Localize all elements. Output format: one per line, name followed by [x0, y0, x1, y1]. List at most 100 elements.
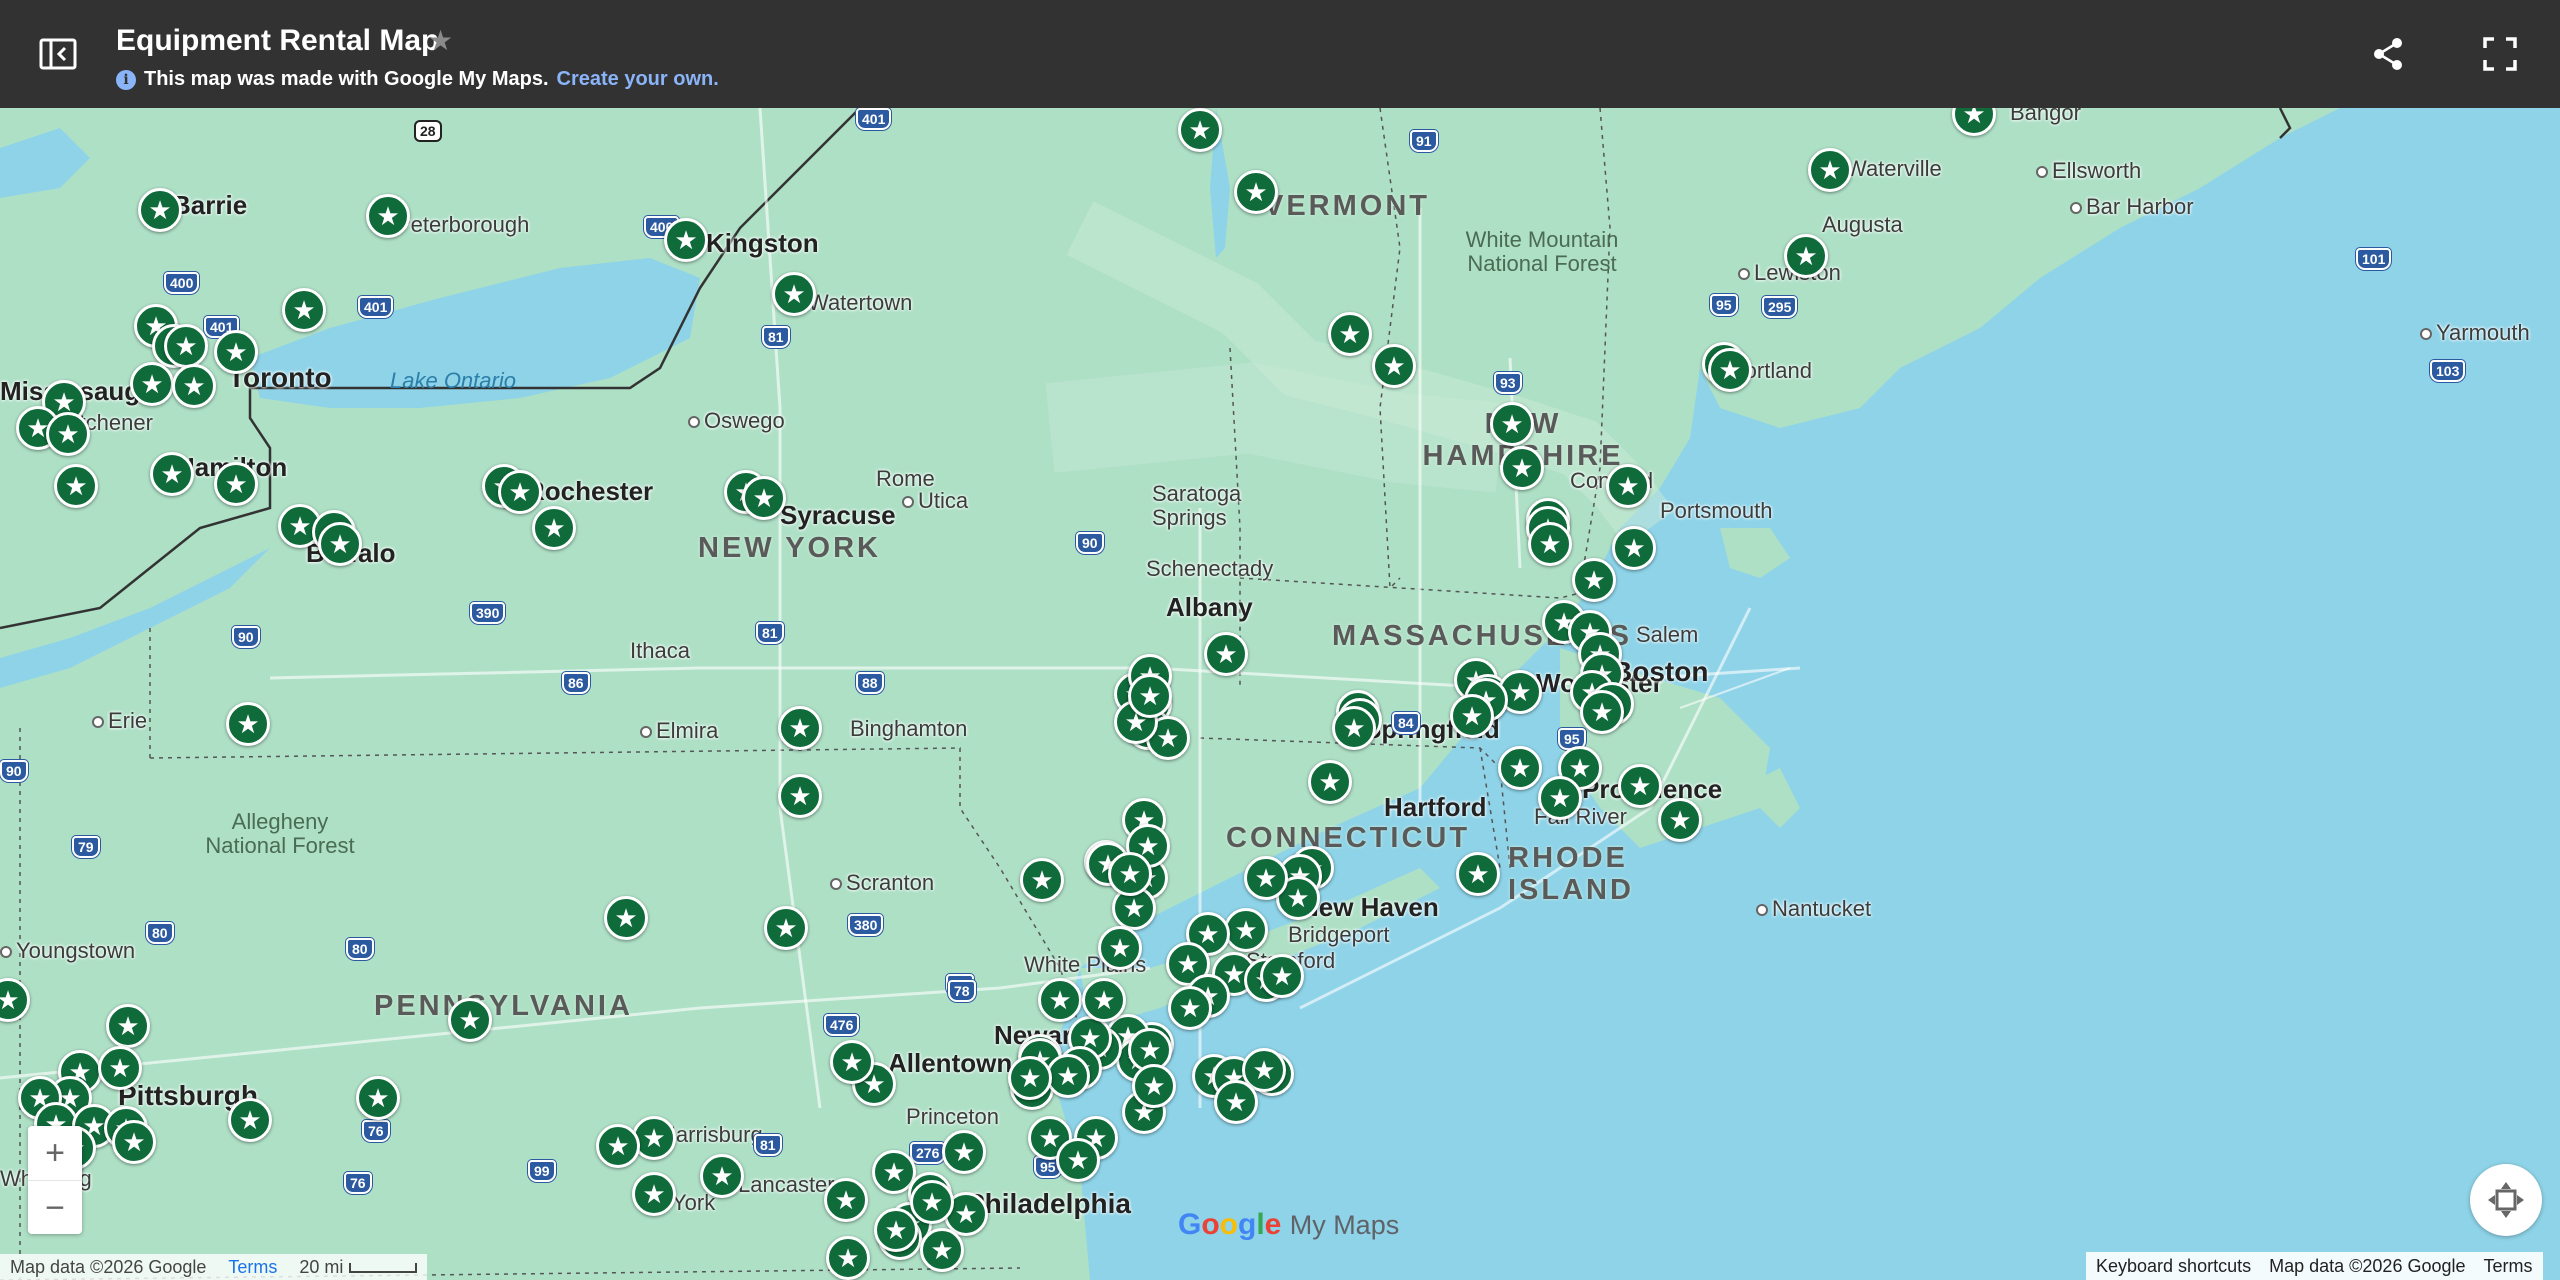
rental-location-marker[interactable]: ★	[1580, 690, 1624, 734]
rental-location-marker[interactable]: ★	[1098, 926, 1142, 970]
rental-location-marker[interactable]: ★	[1808, 148, 1852, 192]
rental-location-marker[interactable]: ★	[664, 218, 708, 262]
rental-location-marker[interactable]: ★	[150, 452, 194, 496]
rental-location-marker[interactable]: ★	[1328, 312, 1372, 356]
rental-location-marker[interactable]: ★	[1224, 908, 1268, 952]
rental-location-marker[interactable]: ★	[874, 1208, 918, 1252]
rental-location-marker[interactable]: ★	[1456, 852, 1500, 896]
rental-location-marker[interactable]: ★	[920, 1228, 964, 1272]
rental-location-marker[interactable]: ★	[632, 1172, 676, 1216]
rental-location-marker[interactable]: ★	[498, 470, 542, 514]
rental-location-marker[interactable]: ★	[112, 1120, 156, 1164]
rental-location-marker[interactable]: ★	[1260, 954, 1304, 998]
city-label: Allentown	[888, 1048, 1013, 1078]
rental-location-marker[interactable]: ★	[1500, 446, 1544, 490]
rental-location-marker[interactable]: ★	[1572, 558, 1616, 602]
rental-location-marker[interactable]: ★	[1538, 776, 1582, 820]
rental-location-marker[interactable]: ★	[742, 476, 786, 520]
rental-location-marker[interactable]: ★	[1332, 706, 1376, 750]
rental-location-marker[interactable]: ★	[910, 1180, 954, 1224]
star-icon: ★	[788, 713, 812, 743]
rental-location-marker[interactable]: ★	[604, 896, 648, 940]
share-icon[interactable]	[2364, 30, 2412, 78]
rental-location-marker[interactable]: ★	[1038, 978, 1082, 1022]
rental-location-marker[interactable]: ★	[1708, 348, 1752, 392]
rental-location-marker[interactable]: ★	[1128, 674, 1172, 718]
star-icon: ★	[614, 903, 638, 933]
rental-location-marker[interactable]: ★	[130, 362, 174, 406]
rental-location-marker[interactable]: ★	[826, 1236, 870, 1280]
rental-location-marker[interactable]: ★	[830, 1040, 874, 1084]
rental-location-marker[interactable]: ★	[772, 272, 816, 316]
rental-location-marker[interactable]: ★	[164, 324, 208, 368]
rental-location-marker[interactable]: ★	[228, 1098, 272, 1142]
rental-location-marker[interactable]: ★	[172, 364, 216, 408]
rental-location-marker[interactable]: ★	[1214, 1080, 1258, 1124]
rental-location-marker[interactable]: ★	[1498, 746, 1542, 790]
star-icon: ★	[1668, 805, 1692, 835]
rental-location-marker[interactable]: ★	[1204, 632, 1248, 676]
star-icon: ★	[366, 1083, 390, 1113]
rental-location-marker[interactable]: ★	[1244, 856, 1288, 900]
rental-location-marker[interactable]: ★	[1372, 344, 1416, 388]
rental-location-marker[interactable]: ★	[1234, 170, 1278, 214]
rental-location-marker[interactable]: ★	[1020, 858, 1064, 902]
rental-location-marker[interactable]: ★	[1658, 798, 1702, 842]
rental-location-marker[interactable]: ★	[282, 288, 326, 332]
create-your-own-link[interactable]: Create your own.	[557, 68, 719, 91]
rental-location-marker[interactable]: ★	[1108, 852, 1152, 896]
rental-location-marker[interactable]: ★	[532, 506, 576, 550]
rental-location-marker[interactable]: ★	[106, 1004, 150, 1048]
rental-location-marker[interactable]: ★	[1046, 1054, 1090, 1098]
fullscreen-icon[interactable]	[2476, 30, 2524, 78]
rental-location-marker[interactable]: ★	[214, 330, 258, 374]
rental-location-marker[interactable]: ★	[1528, 522, 1572, 566]
rental-location-marker[interactable]: ★	[54, 464, 98, 508]
keyboard-shortcuts-link[interactable]: Keyboard shortcuts	[2096, 1256, 2251, 1277]
map-canvas[interactable]: NEW YORK PENNSYLVANIA MASSACHUSETTS CONN…	[0, 108, 2560, 1280]
star-icon[interactable]: ★	[428, 24, 453, 57]
rental-location-marker[interactable]: ★	[1008, 1056, 1052, 1100]
rental-location-marker[interactable]: ★	[46, 412, 90, 456]
rental-location-marker[interactable]: ★	[1450, 694, 1494, 738]
rental-location-marker[interactable]: ★	[1606, 464, 1650, 508]
rental-location-marker[interactable]: ★	[764, 906, 808, 950]
terms-link[interactable]: Terms	[228, 1257, 277, 1278]
rental-location-marker[interactable]: ★	[318, 522, 362, 566]
recenter-button[interactable]	[2470, 1164, 2542, 1236]
rental-location-marker[interactable]: ★	[1618, 764, 1662, 808]
rental-location-marker[interactable]: ★	[1178, 108, 1222, 152]
rental-location-marker[interactable]: ★	[1490, 402, 1534, 446]
rental-location-marker[interactable]: ★	[356, 1076, 400, 1120]
rental-location-marker[interactable]: ★	[596, 1124, 640, 1168]
rental-location-marker[interactable]: ★	[98, 1046, 142, 1090]
zoom-out-button[interactable]: −	[28, 1181, 82, 1235]
star-icon: ★	[606, 1131, 630, 1161]
rental-location-marker[interactable]: ★	[778, 706, 822, 750]
zoom-in-button[interactable]: +	[28, 1126, 82, 1181]
rental-location-marker[interactable]: ★	[214, 462, 258, 506]
toggle-sidebar-icon[interactable]	[34, 30, 82, 78]
rental-location-marker[interactable]: ★	[824, 1178, 868, 1222]
rental-location-marker[interactable]: ★	[1168, 986, 1212, 1030]
rental-location-marker[interactable]: ★	[942, 1130, 986, 1174]
rental-location-marker[interactable]: ★	[700, 1154, 744, 1198]
rental-location-marker[interactable]: ★	[366, 194, 410, 238]
rental-location-marker[interactable]: ★	[1784, 234, 1828, 278]
rental-location-marker[interactable]: ★	[226, 702, 270, 746]
rental-location-marker[interactable]: ★	[138, 188, 182, 232]
city-label: New Haven	[1300, 892, 1439, 922]
highway-shield: 91	[1410, 130, 1438, 152]
zoom-control: + −	[28, 1126, 82, 1234]
terms-link[interactable]: Terms	[2484, 1256, 2533, 1277]
star-icon: ★	[1568, 753, 1592, 783]
highway-shield: 28	[414, 120, 442, 142]
highway-shield: 476	[824, 1014, 860, 1036]
rental-location-marker[interactable]: ★	[448, 998, 492, 1042]
rental-location-marker[interactable]: ★	[1056, 1138, 1100, 1182]
rental-location-marker[interactable]: ★	[778, 774, 822, 818]
rental-location-marker[interactable]: ★	[1132, 1064, 1176, 1108]
rental-location-marker[interactable]: ★	[1082, 978, 1126, 1022]
rental-location-marker[interactable]: ★	[1308, 760, 1352, 804]
rental-location-marker[interactable]: ★	[1612, 526, 1656, 570]
